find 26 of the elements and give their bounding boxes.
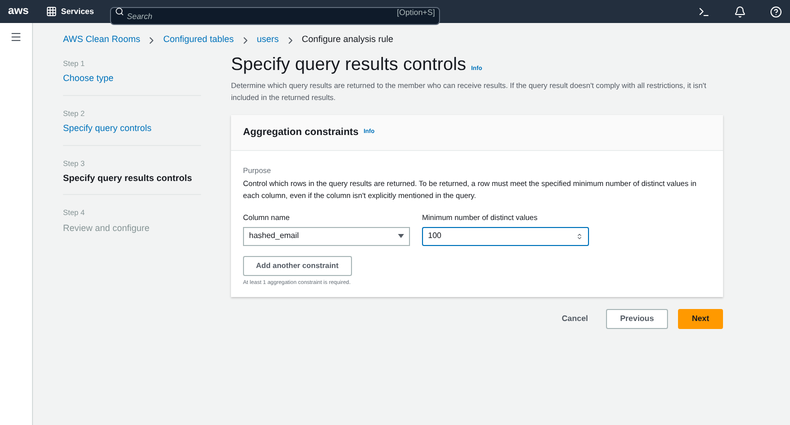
column-select[interactable]: hashed_email bbox=[243, 226, 410, 246]
stepper-icon bbox=[576, 232, 583, 240]
cancel-button[interactable]: Cancel bbox=[554, 312, 596, 325]
terminal-icon[interactable] bbox=[698, 6, 710, 18]
help-icon[interactable] bbox=[770, 6, 782, 18]
number-field[interactable]: 100 bbox=[422, 226, 589, 246]
caret-icon bbox=[398, 234, 404, 238]
shortcut-hint: [Option+S] bbox=[396, 6, 435, 18]
services-button[interactable]: Services bbox=[42, 6, 98, 18]
bell-icon[interactable] bbox=[734, 6, 746, 18]
breadcrumb: Configure analysis rule bbox=[302, 33, 394, 46]
menu-icon[interactable] bbox=[10, 31, 22, 43]
step-label: Review and configure bbox=[63, 222, 151, 235]
aws-logo[interactable]: aws bbox=[8, 3, 30, 20]
breadcrumb[interactable]: AWS Clean Rooms bbox=[63, 33, 140, 47]
breadcrumb[interactable]: users bbox=[256, 33, 279, 47]
grid-icon bbox=[46, 6, 57, 17]
search-icon bbox=[114, 7, 124, 16]
next-button[interactable]: Next bbox=[678, 308, 723, 329]
card-title: Aggregation constraints bbox=[243, 126, 359, 140]
step-label[interactable]: Specify query controls bbox=[63, 122, 201, 136]
step-label: Specify query results controls bbox=[63, 172, 194, 185]
breadcrumb[interactable]: Configured tables bbox=[163, 33, 234, 47]
page-title: Specify query results controls bbox=[231, 53, 466, 76]
previous-button[interactable]: Previous bbox=[606, 308, 668, 329]
step-label[interactable]: Choose type bbox=[63, 72, 201, 86]
